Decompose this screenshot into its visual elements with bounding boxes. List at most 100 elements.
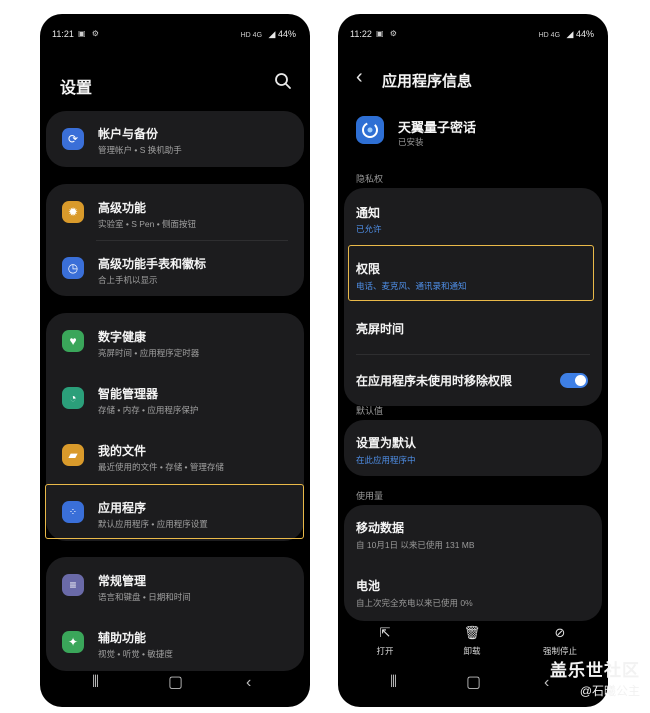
item-subtitle: 语言和键盘 • 日期和时间 [98, 592, 191, 602]
signal-icon: ◢ [268, 29, 276, 39]
page-title: 设置 [60, 80, 93, 97]
search-icon[interactable] [274, 72, 292, 90]
open-button[interactable]: ⇱ 打开 [355, 625, 415, 657]
recent-apps-icon[interactable]: ⦀ [92, 675, 99, 691]
item-subtitle: 合上手机以显示 [98, 275, 158, 285]
row-subtitle: 已允许 [356, 224, 382, 234]
row-title: 在应用程序未使用时移除权限 [356, 374, 513, 388]
stop-icon: ⊘ [554, 625, 566, 640]
permissions-highlight-box [348, 245, 594, 301]
back-icon[interactable]: ‹ [544, 675, 549, 691]
sliders-icon: ≡ [62, 574, 84, 596]
usage-card: 移动数据 自 10月1日 以来已使用 131 MB 电池 自上次完全充电以来已使… [344, 505, 602, 621]
status-time: 11:22 [350, 29, 372, 39]
signal-icon: ◢ [566, 29, 574, 39]
settings-item-my-files[interactable]: ▰ 我的文件 最近使用的文件 • 存储 • 管理存储 [46, 427, 304, 484]
row-subtitle: 在此应用程序中 [356, 455, 416, 465]
item-title: 数字健康 [98, 330, 147, 344]
settings-item-device-care[interactable]: ◔ 智能管理器 存储 • 内存 • 应用程序保护 [46, 370, 304, 427]
row-subtitle: 自 10月1日 以来已使用 131 MB [356, 540, 475, 550]
settings-item-watch-badge[interactable]: ◷ 高级功能手表和徽标 合上手机以显示 [46, 240, 304, 296]
section-privacy: 隐私权 [356, 174, 384, 184]
item-title: 常规管理 [98, 574, 147, 588]
settings-group-advanced: ✹ 高级功能 实验室 • S Pen • 侧面按钮 ◷ 高级功能手表和徽标 合上… [46, 184, 304, 296]
item-subtitle: 最近使用的文件 • 存储 • 管理存储 [98, 462, 224, 472]
gauge-icon: ◔ [62, 387, 84, 409]
watermark-author: @石曦公主 [579, 684, 640, 698]
item-title: 高级功能 [98, 201, 147, 215]
defaults-card: 设置为默认 在此应用程序中 [344, 420, 602, 476]
open-external-icon: ⇱ [379, 625, 391, 640]
back-arrow-icon[interactable]: ‹ [356, 66, 363, 89]
settings-item-accessibility[interactable]: ✦ 辅助功能 视觉 • 听觉 • 敏捷度 [46, 614, 304, 671]
app-name: 天翼量子密话 [398, 120, 477, 135]
page-title: 应用程序信息 [382, 73, 473, 90]
recent-apps-icon[interactable]: ⦀ [390, 675, 397, 691]
settings-item-advanced-features[interactable]: ✹ 高级功能 实验室 • S Pen • 侧面按钮 [46, 184, 304, 240]
row-title: 移动数据 [356, 521, 405, 535]
apps-highlight-box [45, 484, 304, 539]
section-defaults: 默认值 [356, 406, 384, 416]
settings-screen: 11:21 ▣ ⚙ HD 4G ◢ 44% 设置 ⟳ 帐户与备份 管理帐户 • … [40, 14, 310, 707]
home-icon[interactable]: ▢ [168, 675, 183, 691]
settings-item-general-management[interactable]: ≡ 常规管理 语言和键盘 • 日期和时间 [46, 557, 304, 614]
item-title: 辅助功能 [98, 631, 147, 645]
accessibility-icon: ✦ [62, 631, 84, 653]
status-right: HD 4G ◢ 44% [241, 29, 296, 40]
gear-plus-icon: ✹ [62, 201, 84, 223]
network-indicator: HD 4G [240, 32, 263, 39]
mobile-data-row[interactable]: 移动数据 自 10月1日 以来已使用 131 MB [344, 505, 602, 563]
app-bar: ‹ 应用程序信息 [338, 64, 608, 94]
item-subtitle: 存储 • 内存 • 应用程序保护 [98, 405, 199, 415]
settings-item-accounts-backup[interactable]: ⟳ 帐户与备份 管理帐户 • S 换机助手 [46, 111, 304, 167]
section-usage: 使用量 [356, 491, 384, 501]
item-subtitle: 亮屏时间 • 应用程序定时器 [98, 348, 200, 358]
uninstall-button[interactable]: 🗑 卸载 [442, 625, 502, 657]
notifications-row[interactable]: 通知 已允许 [344, 188, 602, 244]
force-stop-button[interactable]: ⊘ 强制停止 [530, 625, 590, 657]
home-icon[interactable]: ▢ [466, 675, 481, 691]
row-title: 电池 [356, 579, 381, 593]
notification-icons: ▣ ⚙ [376, 29, 399, 38]
heart-icon: ♥ [62, 330, 84, 352]
watermark: 盖乐世社区 @石曦公主 [550, 656, 640, 699]
sync-icon: ⟳ [62, 128, 84, 150]
folder-icon: ▰ [62, 444, 84, 466]
battery-row[interactable]: 电池 自上次完全充电以来已使用 0% [344, 563, 602, 621]
app-info-screen: 11:22 ▣ ⚙ HD 4G ◢ 44% ‹ 应用程序信息 天翼量子密话 已安… [338, 14, 608, 707]
battery-level: 44% [277, 29, 296, 39]
set-as-default-row[interactable]: 设置为默认 在此应用程序中 [344, 420, 602, 476]
app-install-status: 已安装 [398, 137, 424, 147]
remove-permissions-row[interactable]: 在应用程序未使用时移除权限 [344, 354, 602, 406]
remove-permissions-toggle[interactable] [560, 373, 588, 388]
item-subtitle: 视觉 • 听觉 • 敏捷度 [98, 649, 173, 659]
back-icon[interactable]: ‹ [246, 675, 251, 691]
settings-item-digital-wellbeing[interactable]: ♥ 数字健康 亮屏时间 • 应用程序定时器 [46, 313, 304, 370]
item-subtitle: 实验室 • S Pen • 侧面按钮 [98, 219, 197, 229]
watch-icon: ◷ [62, 257, 84, 279]
force-stop-label: 强制停止 [542, 646, 577, 656]
row-title: 亮屏时间 [356, 322, 405, 336]
row-subtitle: 自上次完全充电以来已使用 0% [356, 598, 473, 608]
item-title: 帐户与备份 [98, 127, 159, 141]
item-title: 我的文件 [98, 444, 147, 458]
row-title: 通知 [356, 206, 381, 220]
item-subtitle: 管理帐户 • S 换机助手 [98, 145, 182, 155]
uninstall-label: 卸载 [463, 646, 481, 656]
watermark-brand: 盖乐世社区 [550, 661, 640, 680]
item-title: 高级功能手表和徽标 [98, 257, 207, 271]
status-bar: 11:21 ▣ ⚙ HD 4G ◢ 44% [40, 14, 310, 52]
battery-level: 44% [575, 29, 594, 39]
screen-time-row[interactable]: 亮屏时间 [344, 302, 602, 354]
settings-group-accounts: ⟳ 帐户与备份 管理帐户 • S 换机助手 [46, 111, 304, 167]
item-title: 智能管理器 [98, 387, 159, 401]
status-bar: 11:22 ▣ ⚙ HD 4G ◢ 44% [338, 14, 608, 52]
row-title: 设置为默认 [356, 436, 417, 450]
trash-icon: 🗑 [463, 625, 481, 640]
status-time: 11:21 [52, 29, 74, 39]
settings-group-general: ≡ 常规管理 语言和键盘 • 日期和时间 ✦ 辅助功能 视觉 • 听觉 • 敏捷… [46, 557, 304, 671]
toggle-knob [575, 375, 586, 386]
app-header: 天翼量子密话 已安装 [338, 112, 608, 154]
navigation-bar: ⦀ ▢ ‹ [40, 665, 310, 707]
open-label: 打开 [376, 646, 394, 656]
